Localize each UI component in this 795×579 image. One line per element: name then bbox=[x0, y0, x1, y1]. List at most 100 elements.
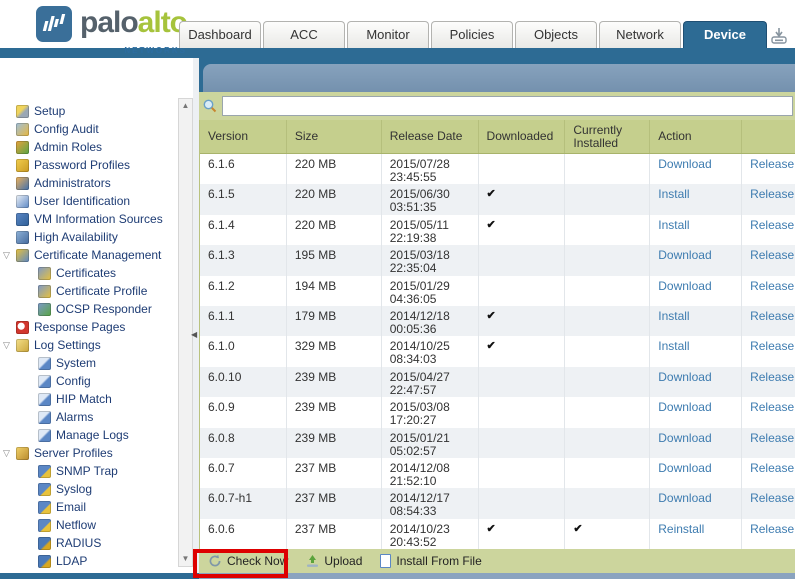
sidebar-item-system[interactable]: System bbox=[3, 354, 178, 372]
sidebar-item-hip-match[interactable]: HIP Match bbox=[3, 390, 178, 408]
size-cell: 329 MB bbox=[287, 336, 382, 366]
sidebar-item-vm-information-sources[interactable]: VM Information Sources bbox=[3, 210, 178, 228]
version-cell: 6.1.2 bbox=[200, 276, 287, 306]
column-header-currently-installed[interactable]: Currently Installed bbox=[565, 120, 650, 153]
sidebar-item-config[interactable]: Config bbox=[3, 372, 178, 390]
table-row[interactable]: 6.1.1179 MB2014/12/18 00:05:36✔InstallRe… bbox=[200, 306, 795, 336]
column-header-release-date[interactable]: Release Date bbox=[382, 120, 479, 153]
check-now-button[interactable]: Check Now bbox=[208, 554, 288, 568]
table-row[interactable]: 6.1.3195 MB2015/03/18 22:35:04DownloadRe… bbox=[200, 245, 795, 275]
sidebar-item-high-availability[interactable]: High Availability bbox=[3, 228, 178, 246]
action-link[interactable]: Download bbox=[658, 370, 711, 384]
action-link[interactable]: Install bbox=[658, 218, 689, 232]
column-header-release-notes[interactable] bbox=[742, 120, 795, 153]
sidebar-item-certificate-management[interactable]: ▽Certificate Management bbox=[3, 246, 178, 264]
release-notes-link[interactable]: Release Notes bbox=[750, 279, 795, 293]
table-row[interactable]: 6.0.7237 MB2014/12/08 21:52:10DownloadRe… bbox=[200, 458, 795, 488]
sidebar-item-radius[interactable]: RADIUS bbox=[3, 534, 178, 552]
action-link[interactable]: Download bbox=[658, 431, 711, 445]
commit-icon[interactable] bbox=[769, 26, 789, 46]
collapse-sidebar-icon[interactable]: ◀ bbox=[191, 330, 197, 339]
install-from-file-button[interactable]: Install From File bbox=[380, 554, 481, 568]
table-row[interactable]: 6.0.9239 MB2015/03/08 17:20:27DownloadRe… bbox=[200, 397, 795, 427]
sidebar-item-password-profiles[interactable]: Password Profiles bbox=[3, 156, 178, 174]
action-link[interactable]: Install bbox=[658, 309, 689, 323]
action-link[interactable]: Reinstall bbox=[658, 522, 704, 536]
sidebar-item-setup[interactable]: Setup bbox=[3, 102, 178, 120]
expander-icon[interactable]: ▽ bbox=[3, 250, 16, 261]
sidebar-item-ldap[interactable]: LDAP bbox=[3, 552, 178, 570]
sidebar-item-log-settings[interactable]: ▽Log Settings bbox=[3, 336, 178, 354]
action-link[interactable]: Download bbox=[658, 157, 711, 171]
sidebar-item-manage-logs[interactable]: Manage Logs bbox=[3, 426, 178, 444]
release-notes-link[interactable]: Release Notes bbox=[750, 339, 795, 353]
scroll-up-arrow-icon[interactable]: ▲ bbox=[179, 99, 192, 113]
sidebar-splitter[interactable]: ◀ bbox=[193, 58, 199, 573]
sidebar-item-response-pages[interactable]: Response Pages bbox=[3, 318, 178, 336]
sidebar-item-label: Syslog bbox=[56, 482, 92, 496]
sidebar-item-email[interactable]: Email bbox=[3, 498, 178, 516]
table-row[interactable]: 6.0.8239 MB2015/01/21 05:02:57DownloadRe… bbox=[200, 428, 795, 458]
column-header-downloaded[interactable]: Downloaded bbox=[479, 120, 566, 153]
release-notes-link[interactable]: Release Notes bbox=[750, 431, 795, 445]
table-row[interactable]: 6.1.5220 MB2015/06/30 03:51:35✔InstallRe… bbox=[200, 184, 795, 214]
action-link[interactable]: Download bbox=[658, 279, 711, 293]
release-notes-link[interactable]: Release Notes bbox=[750, 370, 795, 384]
tab-monitor[interactable]: Monitor bbox=[347, 21, 429, 48]
action-link[interactable]: Install bbox=[658, 339, 689, 353]
sidebar-item-admin-roles[interactable]: Admin Roles bbox=[3, 138, 178, 156]
sidebar: SetupConfig AuditAdmin RolesPassword Pro… bbox=[0, 58, 199, 573]
hip-log-icon bbox=[38, 393, 51, 406]
action-link[interactable]: Download bbox=[658, 400, 711, 414]
sidebar-item-netflow[interactable]: Netflow bbox=[3, 516, 178, 534]
tab-network[interactable]: Network bbox=[599, 21, 681, 48]
tab-acc[interactable]: ACC bbox=[263, 21, 345, 48]
tab-objects[interactable]: Objects bbox=[515, 21, 597, 48]
tab-device[interactable]: Device bbox=[683, 21, 767, 48]
sidebar-item-certificates[interactable]: Certificates bbox=[3, 264, 178, 282]
table-row[interactable]: 6.0.10239 MB2015/04/27 22:47:57DownloadR… bbox=[200, 367, 795, 397]
column-header-version[interactable]: Version bbox=[200, 120, 287, 153]
release-notes-link[interactable]: Release Notes bbox=[750, 309, 795, 323]
sidebar-item-administrators[interactable]: Administrators bbox=[3, 174, 178, 192]
sidebar-item-user-identification[interactable]: User Identification bbox=[3, 192, 178, 210]
upload-button[interactable]: Upload bbox=[306, 554, 362, 568]
release-notes-link[interactable]: Release Notes bbox=[750, 248, 795, 262]
table-row[interactable]: 6.1.4220 MB2015/05/11 22:19:38✔InstallRe… bbox=[200, 215, 795, 245]
action-link[interactable]: Install bbox=[658, 187, 689, 201]
column-header-size[interactable]: Size bbox=[287, 120, 382, 153]
sidebar-item-snmp-trap[interactable]: SNMP Trap bbox=[3, 462, 178, 480]
release-notes-link[interactable]: Release Notes bbox=[750, 157, 795, 171]
action-link[interactable]: Download bbox=[658, 248, 711, 262]
table-row[interactable]: 6.0.7-h1237 MB2014/12/17 08:54:33Downloa… bbox=[200, 488, 795, 518]
action-link[interactable]: Download bbox=[658, 461, 711, 475]
release-notes-link[interactable]: Release Notes bbox=[750, 400, 795, 414]
tab-policies[interactable]: Policies bbox=[431, 21, 513, 48]
release-notes-link[interactable]: Release Notes bbox=[750, 187, 795, 201]
upload-label: Upload bbox=[324, 554, 362, 568]
expander-icon[interactable]: ▽ bbox=[3, 448, 16, 459]
sidebar-item-syslog[interactable]: Syslog bbox=[3, 480, 178, 498]
sidebar-item-config-audit[interactable]: Config Audit bbox=[3, 120, 178, 138]
upload-icon bbox=[306, 554, 319, 568]
release-notes-link[interactable]: Release Notes bbox=[750, 491, 795, 505]
release-notes-link[interactable]: Release Notes bbox=[750, 522, 795, 536]
tab-dashboard[interactable]: Dashboard bbox=[179, 21, 261, 48]
table-row[interactable]: 6.1.6220 MB2015/07/28 23:45:55DownloadRe… bbox=[200, 154, 795, 184]
table-row[interactable]: 6.1.2194 MB2015/01/29 04:36:05DownloadRe… bbox=[200, 276, 795, 306]
expander-icon[interactable]: ▽ bbox=[3, 340, 16, 351]
sidebar-item-certificate-profile[interactable]: Certificate Profile bbox=[3, 282, 178, 300]
table-row[interactable]: 6.0.6237 MB2014/10/23 20:43:52✔✔Reinstal… bbox=[200, 519, 795, 549]
sidebar-item-ocsp-responder[interactable]: OCSP Responder bbox=[3, 300, 178, 318]
action-link[interactable]: Download bbox=[658, 491, 711, 505]
scroll-down-arrow-icon[interactable]: ▼ bbox=[179, 552, 192, 566]
panel-header bbox=[203, 64, 795, 92]
filter-input[interactable] bbox=[222, 96, 793, 116]
release-notes-link[interactable]: Release Notes bbox=[750, 218, 795, 232]
sidebar-item-server-profiles[interactable]: ▽Server Profiles bbox=[3, 444, 178, 462]
column-header-action[interactable]: Action bbox=[650, 120, 742, 153]
sidebar-item-alarms[interactable]: Alarms bbox=[3, 408, 178, 426]
table-row[interactable]: 6.1.0329 MB2014/10/25 08:34:03✔InstallRe… bbox=[200, 336, 795, 366]
release-notes-link[interactable]: Release Notes bbox=[750, 461, 795, 475]
version-cell: 6.1.6 bbox=[200, 154, 287, 184]
